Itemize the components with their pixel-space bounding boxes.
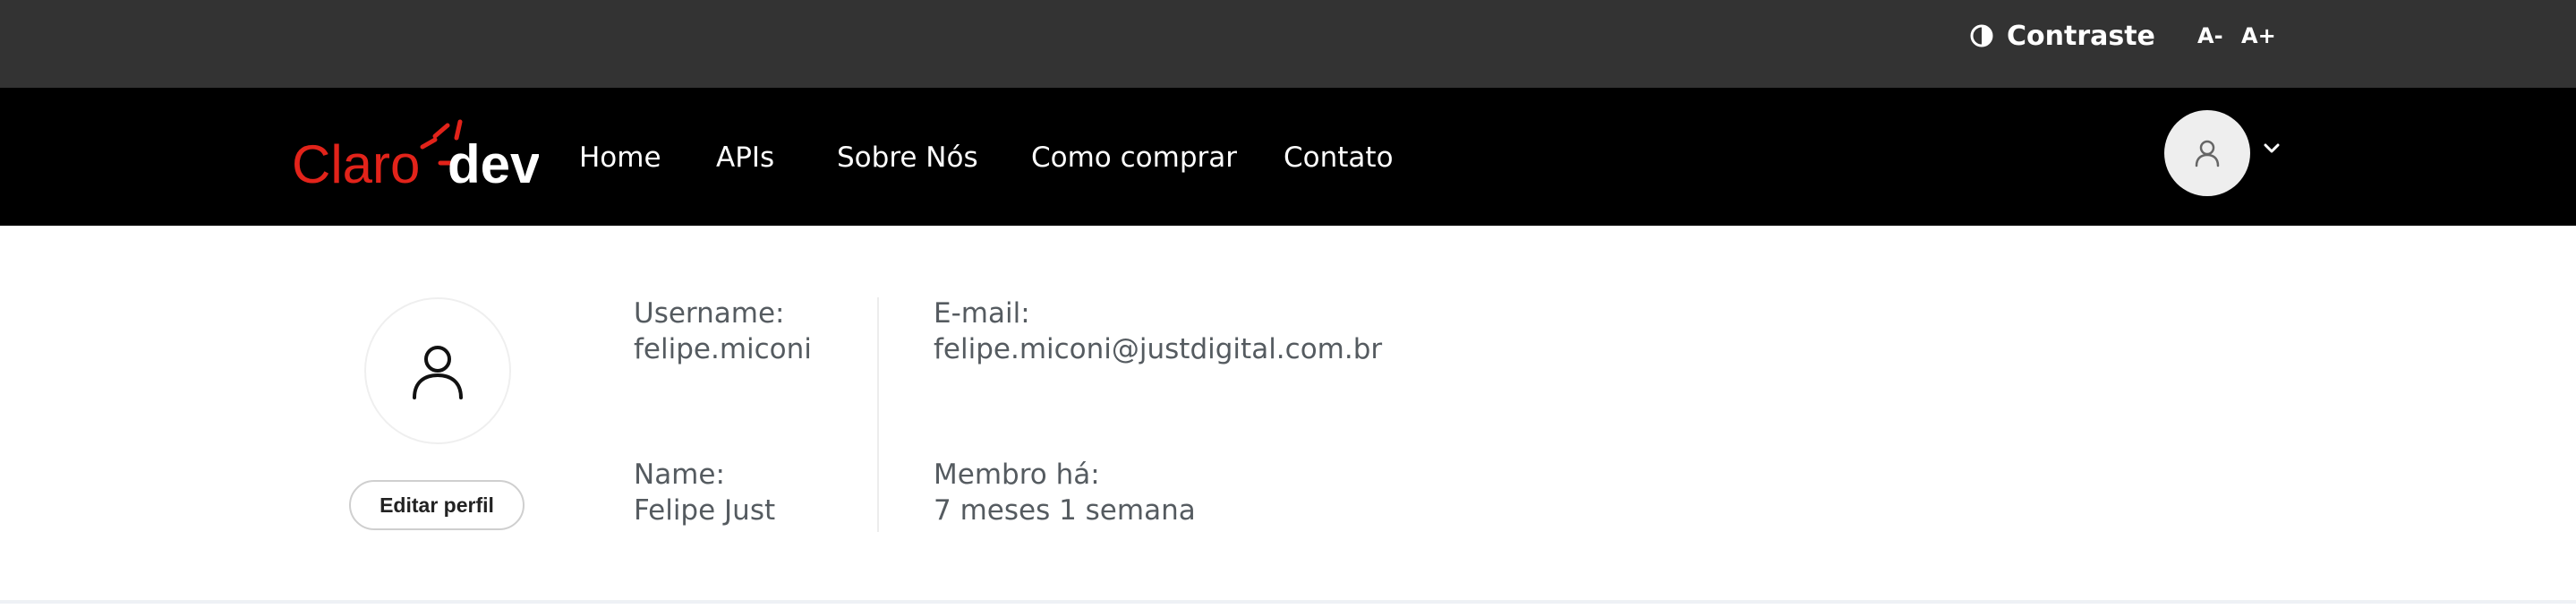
section-bottom-border: [0, 600, 2576, 604]
claro-dev-logo[interactable]: Claro dev: [292, 115, 539, 199]
accessibility-bar: Contraste A- A+: [0, 0, 2576, 88]
edit-profile-button[interactable]: Editar perfil: [349, 480, 525, 530]
user-icon: [413, 346, 463, 399]
nav-item-como-comprar[interactable]: Como comprar: [1031, 142, 1237, 174]
profile-avatar: [364, 297, 511, 444]
chevron-down-icon[interactable]: [2261, 138, 2282, 159]
nav-item-contato[interactable]: Contato: [1284, 142, 1394, 174]
font-decrease-button[interactable]: A-: [2197, 18, 2223, 54]
username-label: Username:: [634, 297, 785, 330]
profile-section: Editar perfil Username: felipe.miconi Na…: [0, 226, 2576, 600]
contrast-toggle[interactable]: Contraste: [1969, 18, 2155, 54]
font-increase-button[interactable]: A+: [2241, 18, 2276, 54]
username-value: felipe.miconi: [634, 333, 812, 365]
svg-text:dev: dev: [448, 134, 539, 194]
member-since-label: Membro há:: [934, 459, 1100, 491]
profile-divider: [877, 297, 879, 532]
contrast-icon: [1970, 24, 1993, 47]
nav-item-home[interactable]: Home: [579, 142, 661, 174]
nav-item-apis[interactable]: APIs: [716, 142, 774, 174]
name-label: Name:: [634, 459, 725, 491]
name-value: Felipe Just: [634, 494, 776, 527]
contrast-label: Contraste: [2007, 20, 2155, 52]
main-navbar: Claro dev Home APIs Sobre Nós Como compr…: [0, 88, 2576, 226]
nav-item-sobre-nos[interactable]: Sobre Nós: [837, 142, 978, 174]
email-label: E-mail:: [934, 297, 1030, 330]
email-value: felipe.miconi@justdigital.com.br: [934, 333, 1383, 365]
svg-text:Claro: Claro: [292, 134, 420, 194]
user-menu-avatar[interactable]: [2164, 110, 2250, 196]
member-since-value: 7 meses 1 semana: [934, 494, 1196, 527]
user-icon: [2195, 140, 2220, 167]
